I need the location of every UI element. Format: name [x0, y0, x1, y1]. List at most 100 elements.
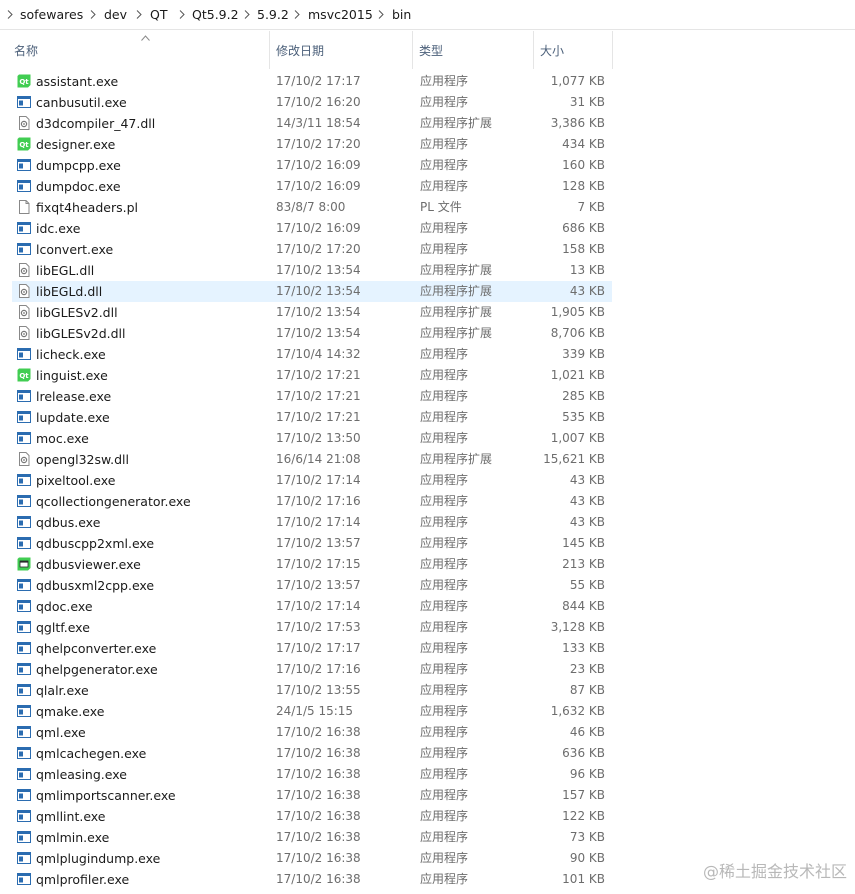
file-row[interactable]: qdbuscpp2xml.exe 17/10/2 13:57 应用程序 145 KB: [12, 533, 612, 554]
file-row[interactable]: opengl32sw.dll 16/6/14 21:08 应用程序扩展 15,621 …: [12, 449, 612, 470]
exe-icon: [16, 94, 32, 111]
file-row[interactable]: qml.exe 17/10/2 16:38 应用程序 46 KB: [12, 722, 612, 743]
file-row[interactable]: d3dcompiler_47.dll 14/3/11 18:54 应用程序扩展 3,3…: [12, 113, 612, 134]
file-modified-date: 17/10/2 16:38: [276, 767, 361, 781]
file-row[interactable]: libGLESv2d.dll 17/10/2 13:54 应用程序扩展 8,706 K…: [12, 323, 612, 344]
file-row[interactable]: qmllint.exe 17/10/2 16:38 应用程序 122 KB: [12, 806, 612, 827]
file-size: 1,021 KB: [550, 368, 605, 382]
file-row[interactable]: qmleasing.exe 17/10/2 16:38 应用程序 96 KB: [12, 764, 612, 785]
file-row[interactable]: qlalr.exe 17/10/2 13:55 应用程序 87 KB: [12, 680, 612, 701]
file-modified-date: 17/10/2 17:14: [276, 515, 361, 529]
breadcrumb-chevron-icon[interactable]: [132, 0, 146, 29]
file-row[interactable]: dumpdoc.exe 17/10/2 16:09 应用程序 128 KB: [12, 176, 612, 197]
file-row[interactable]: qhelpconverter.exe 17/10/2 17:17 应用程序 133 K…: [12, 638, 612, 659]
exe-icon: [16, 871, 32, 888]
column-header-type[interactable]: 类型: [413, 31, 534, 69]
file-row[interactable]: lconvert.exe 17/10/2 17:20 应用程序 158 KB: [12, 239, 612, 260]
file-row[interactable]: lupdate.exe 17/10/2 17:21 应用程序 535 KB: [12, 407, 612, 428]
breadcrumb-chevron-icon[interactable]: [175, 0, 189, 29]
file-modified-date: 17/10/2 16:38: [276, 830, 361, 844]
column-header-size[interactable]: 大小: [534, 31, 613, 69]
file-row[interactable]: libGLESv2.dll 17/10/2 13:54 应用程序扩展 1,905 KB: [12, 302, 612, 323]
file-name: qml.exe: [36, 725, 86, 740]
file-type: 应用程序: [420, 536, 469, 550]
dll-icon: [16, 283, 32, 300]
file-modified-date: 17/10/2 16:38: [276, 746, 361, 760]
file-modified-date: 17/10/2 17:14: [276, 599, 361, 613]
file-modified-date: 17/10/2 17:21: [276, 389, 361, 403]
file-type: 应用程序: [420, 389, 469, 403]
file-modified-date: 17/10/2 17:16: [276, 662, 361, 676]
file-row[interactable]: libEGLd.dll 17/10/2 13:54 应用程序扩展 43 KB: [12, 281, 612, 302]
file-row[interactable]: fixqt4headers.pl 83/8/7 8:00 PL 文件 7 KB: [12, 197, 612, 218]
file-list: Qt assistant.exe 17/10/2 17:17 应用程序 1,077 KB…: [12, 71, 612, 890]
qt-viewer-icon: [16, 556, 32, 573]
exe-icon: [16, 787, 32, 804]
file-size: 23 KB: [569, 662, 605, 676]
file-modified-date: 17/10/2 17:20: [276, 137, 361, 151]
file-row[interactable]: licheck.exe 17/10/4 14:32 应用程序 339 KB: [12, 344, 612, 365]
file-row[interactable]: lrelease.exe 17/10/2 17:21 应用程序 285 KB: [12, 386, 612, 407]
file-row[interactable]: qdoc.exe 17/10/2 17:14 应用程序 844 KB: [12, 596, 612, 617]
file-size: 686 KB: [562, 221, 605, 235]
breadcrumb-chevron-icon[interactable]: [290, 0, 304, 29]
file-row[interactable]: qmake.exe 24/1/5 15:15 应用程序 1,632 KB: [12, 701, 612, 722]
breadcrumb-chevron-icon[interactable]: [374, 0, 388, 29]
breadcrumb-chevron-icon[interactable]: [86, 0, 100, 29]
file-row[interactable]: Qt assistant.exe 17/10/2 17:17 应用程序 1,077 KB: [12, 71, 612, 92]
file-row[interactable]: libEGL.dll 17/10/2 13:54 应用程序扩展 13 KB: [12, 260, 612, 281]
file-type: 应用程序: [420, 221, 469, 235]
column-header-date[interactable]: 修改日期: [270, 31, 413, 69]
file-size: 8,706 KB: [550, 326, 605, 340]
exe-icon: [16, 220, 32, 237]
file-row[interactable]: canbusutil.exe 17/10/2 16:20 应用程序 31 KB: [12, 92, 612, 113]
breadcrumb-item[interactable]: msvc2015: [306, 0, 375, 29]
file-row[interactable]: qmlmin.exe 17/10/2 16:38 应用程序 73 KB: [12, 827, 612, 848]
file-row[interactable]: qmlcachegen.exe 17/10/2 16:38 应用程序 636 KB: [12, 743, 612, 764]
breadcrumb-item[interactable]: bin: [390, 0, 413, 29]
file-type: 应用程序: [420, 494, 469, 508]
file-row[interactable]: dumpcpp.exe 17/10/2 16:09 应用程序 160 KB: [12, 155, 612, 176]
file-row[interactable]: qmlprofiler.exe 17/10/2 16:38 应用程序 101 KB: [12, 869, 612, 890]
watermark-text: @稀土掘金技术社区: [702, 862, 847, 881]
file-size: 43 KB: [569, 284, 605, 298]
column-header-name[interactable]: 名称: [8, 31, 270, 69]
file-name: canbusutil.exe: [36, 95, 127, 110]
file-row[interactable]: qdbusviewer.exe 17/10/2 17:15 应用程序 213 KB: [12, 554, 612, 575]
exe-icon: [16, 346, 32, 363]
breadcrumb-chevron-icon[interactable]: [240, 0, 254, 29]
file-name: qmleasing.exe: [36, 767, 127, 782]
file-name: qmake.exe: [36, 704, 105, 719]
file-type: 应用程序扩展: [420, 326, 493, 340]
file-row[interactable]: qdbusxml2cpp.exe 17/10/2 13:57 应用程序 55 KB: [12, 575, 612, 596]
file-type: 应用程序: [420, 74, 469, 88]
file-row[interactable]: qhelpgenerator.exe 17/10/2 17:16 应用程序 23 KB: [12, 659, 612, 680]
file-row[interactable]: qgltf.exe 17/10/2 17:53 应用程序 3,128 KB: [12, 617, 612, 638]
file-row[interactable]: Qt designer.exe 17/10/2 17:20 应用程序 434 KB: [12, 134, 612, 155]
breadcrumb-item[interactable]: dev: [102, 0, 129, 29]
file-modified-date: 17/10/4 14:32: [276, 347, 361, 361]
file-name: qmlprofiler.exe: [36, 872, 130, 887]
exe-icon: [16, 703, 32, 720]
file-modified-date: 17/10/2 17:21: [276, 410, 361, 424]
file-row[interactable]: qmlplugindump.exe 17/10/2 16:38 应用程序 90 KB: [12, 848, 612, 869]
file-modified-date: 17/10/2 16:09: [276, 221, 361, 235]
breadcrumb-item[interactable]: QT: [148, 0, 169, 29]
file-type: 应用程序: [420, 158, 469, 172]
file-name: qdbus.exe: [36, 515, 101, 530]
file-row[interactable]: qmlimportscanner.exe 17/10/2 16:38 应用程序 157…: [12, 785, 612, 806]
file-row[interactable]: idc.exe 17/10/2 16:09 应用程序 686 KB: [12, 218, 612, 239]
file-row[interactable]: pixeltool.exe 17/10/2 17:14 应用程序 43 KB: [12, 470, 612, 491]
breadcrumb-item[interactable]: sofewares: [18, 0, 85, 29]
file-row[interactable]: qcollectiongenerator.exe 17/10/2 17:16 应用程…: [12, 491, 612, 512]
breadcrumb-chevron-icon[interactable]: [3, 0, 17, 29]
qt-app-icon: Qt: [16, 136, 32, 153]
file-row[interactable]: moc.exe 17/10/2 13:50 应用程序 1,007 KB: [12, 428, 612, 449]
file-size: 636 KB: [562, 746, 605, 760]
breadcrumb-item[interactable]: Qt5.9.2: [190, 0, 241, 29]
file-name: qmlcachegen.exe: [36, 746, 147, 761]
file-row[interactable]: Qt linguist.exe 17/10/2 17:21 应用程序 1,021 KB: [12, 365, 612, 386]
file-row[interactable]: qdbus.exe 17/10/2 17:14 应用程序 43 KB: [12, 512, 612, 533]
file-size: 844 KB: [562, 599, 605, 613]
breadcrumb-item[interactable]: 5.9.2: [255, 0, 291, 29]
